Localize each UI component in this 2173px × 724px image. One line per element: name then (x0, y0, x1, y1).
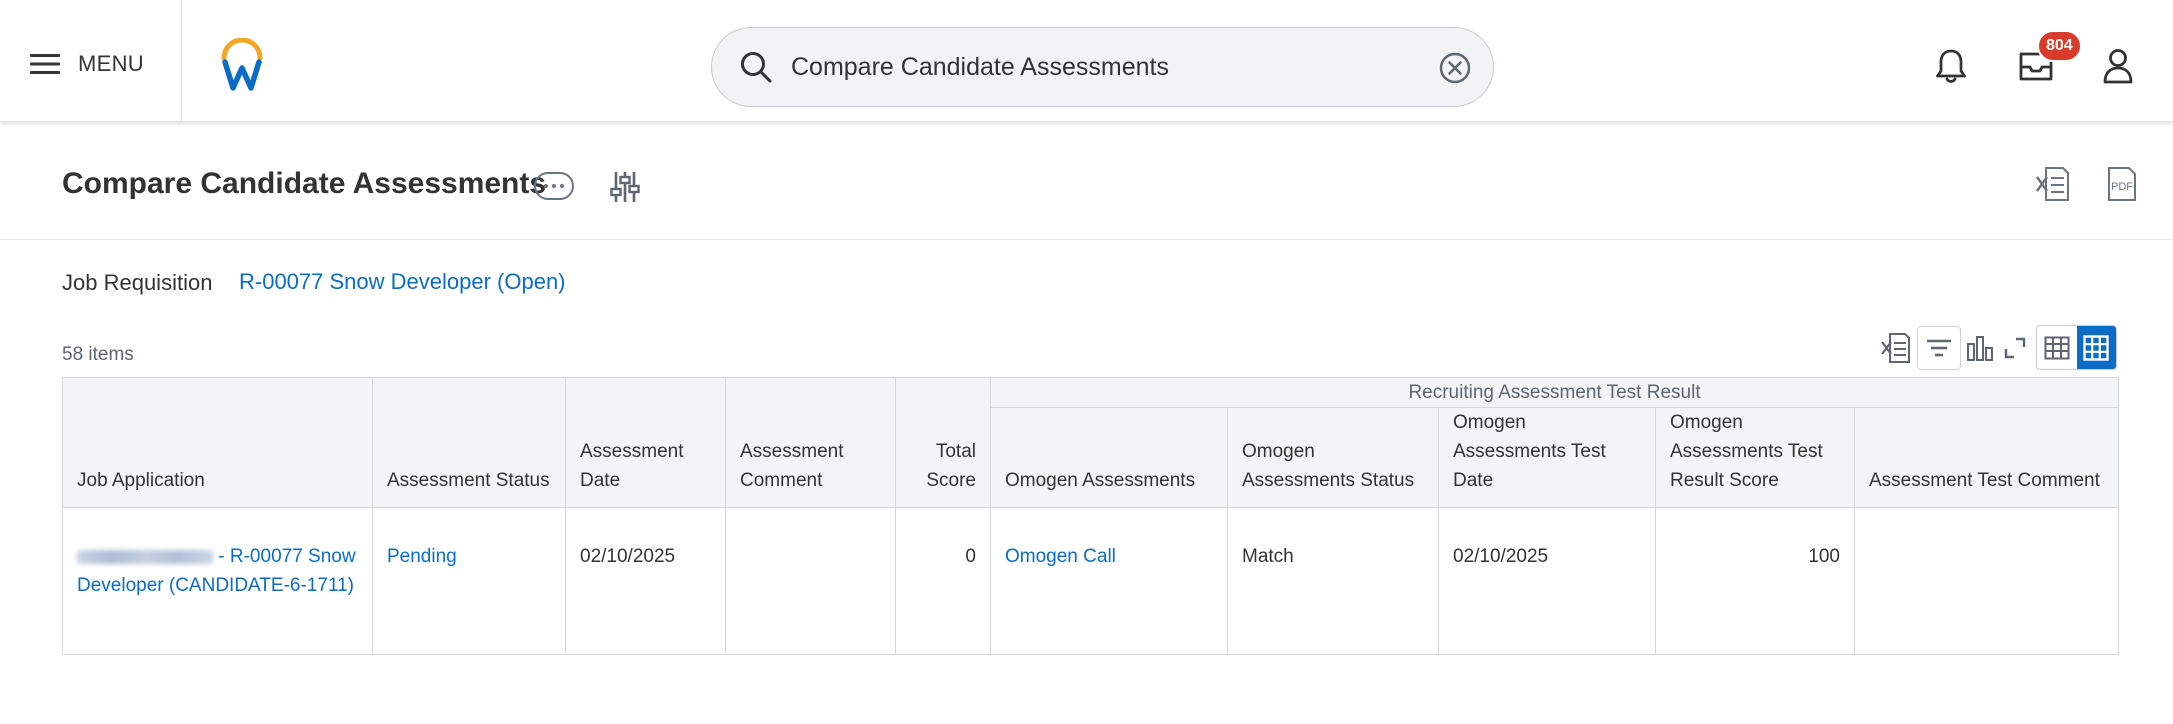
grid-view-button[interactable] (2076, 326, 2116, 369)
header-group-recruiting-assessment: Recruiting Assessment Test Result (989, 377, 2120, 408)
cell-omogen-assessments-status: Match (1227, 507, 1439, 655)
omogen-assessment-link[interactable]: Omogen Call (1005, 546, 1116, 567)
header-divider (0, 239, 2173, 240)
search-icon (741, 52, 772, 83)
header-omogen-assessments-status[interactable]: Omogen Assessments Status (1227, 407, 1439, 508)
tune-icon[interactable] (610, 170, 640, 204)
header-assessment-test-comment[interactable]: Assessment Test Comment (1853, 407, 2120, 508)
cell-job-application: - R-00077 Snow Developer (CANDIDATE-6-17… (62, 507, 373, 655)
grid-fullscreen-button[interactable] (2000, 328, 2030, 368)
assessment-status-link[interactable]: Pending (387, 546, 457, 567)
filter-icon (1927, 339, 1951, 357)
menu-label: MENU (78, 51, 144, 76)
items-count: 58 items (62, 344, 134, 365)
header-job-application[interactable]: Job Application (62, 377, 373, 508)
grid-chart-button[interactable] (1962, 328, 1998, 368)
cell-omogen-test-date: 02/10/2025 (1438, 507, 1656, 655)
cell-assessment-test-comment (1853, 507, 2120, 655)
related-actions-dot (552, 184, 556, 188)
header-omogen-assessments-test-date[interactable]: Omogen Assessments Test Date (1438, 407, 1656, 508)
cell-assessment-date: 02/10/2025 (565, 507, 726, 655)
header-omogen-assessments[interactable]: Omogen Assessments (990, 407, 1228, 508)
clear-search-icon[interactable] (1438, 51, 1472, 85)
export-pdf-icon[interactable]: PDF (2106, 166, 2138, 202)
chart-icon (1967, 336, 1993, 361)
view-toggle (2036, 325, 2117, 370)
header-assessment-status[interactable]: Assessment Status (372, 377, 566, 508)
related-actions-button[interactable] (534, 172, 574, 200)
header-omogen-test-result-score[interactable]: Omogen Assessments Test Result Score (1655, 407, 1855, 508)
notifications-bell-icon[interactable] (1935, 48, 1967, 84)
cell-assessment-comment (725, 507, 896, 655)
table-row: - R-00077 Snow Developer (CANDIDATE-6-17… (62, 507, 2120, 655)
header-assessment-comment[interactable]: Assessment Comment (725, 377, 896, 508)
export-pdf-label: PDF (2111, 181, 2133, 193)
grid-export-excel-button[interactable] (1878, 328, 1914, 368)
cell-total-score: 0 (895, 507, 991, 655)
inbox-badge: 804 (2037, 30, 2082, 62)
job-requisition-label: Job Requisition (62, 270, 213, 295)
top-navigation-bar: MENU Compare Candidate Assessments 804 (0, 0, 2173, 122)
related-actions-dot (560, 184, 564, 188)
cell-omogen-assessments: Omogen Call (990, 507, 1228, 655)
workday-logo[interactable] (218, 38, 266, 92)
search-input[interactable]: Compare Candidate Assessments (791, 53, 1169, 82)
menu-icon (30, 54, 60, 74)
header-assessment-date[interactable]: Assessment Date (565, 377, 726, 508)
global-search[interactable]: Compare Candidate Assessments (711, 27, 1494, 107)
profile-icon[interactable] (2102, 48, 2134, 84)
export-excel-icon (1881, 333, 1910, 363)
redacted-candidate-name (77, 549, 213, 564)
related-actions-icon (544, 184, 548, 188)
topbar-divider (181, 0, 182, 122)
job-application-link[interactable]: - R-00077 Snow Developer (CANDIDATE-6-17… (77, 546, 356, 596)
cell-assessment-status: Pending (372, 507, 566, 655)
page-title: Compare Candidate Assessments (62, 167, 547, 200)
menu-button[interactable]: MENU (30, 44, 144, 84)
cell-omogen-test-result-score: 100 (1655, 507, 1855, 655)
grid-filter-button[interactable] (1917, 326, 1961, 370)
table-view-button[interactable] (2037, 326, 2077, 369)
assessments-table: Job Application Assessment Status Assess… (62, 377, 2120, 655)
job-requisition-link[interactable]: R-00077 Snow Developer (Open) (239, 269, 566, 295)
export-excel-icon[interactable] (2036, 166, 2070, 202)
header-total-score[interactable]: Total Score (895, 377, 991, 508)
table-view-icon (2044, 336, 2070, 359)
fullscreen-icon (2004, 337, 2026, 359)
grid-view-icon (2083, 334, 2109, 361)
